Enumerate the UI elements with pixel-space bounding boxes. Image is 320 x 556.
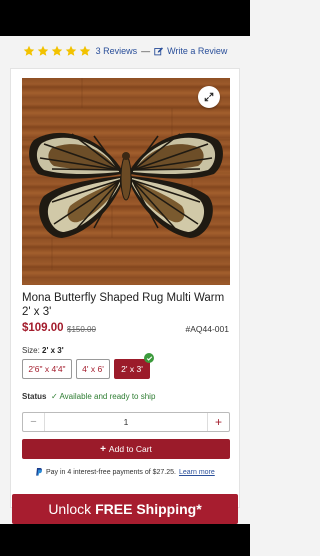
promo-prefix: Unlock xyxy=(48,501,92,517)
quantity-input[interactable]: 1 xyxy=(45,413,207,431)
reviews-count-link[interactable]: 3 Reviews xyxy=(96,46,138,56)
paypal-icon xyxy=(36,468,42,476)
butterfly-rug-illustration xyxy=(22,78,230,271)
expand-image-button[interactable] xyxy=(198,86,220,108)
size-option[interactable]: 2'6" x 4'4" xyxy=(22,359,72,379)
paypal-text: Pay in 4 interest-free payments of $27.2… xyxy=(46,468,176,476)
reviews-separator: — xyxy=(141,46,151,56)
bottom-bar xyxy=(0,524,250,556)
size-label-text: Size: xyxy=(22,346,40,355)
expand-icon xyxy=(204,92,214,102)
sale-price: $109.00 xyxy=(22,322,64,334)
size-selected-value: 2' x 3' xyxy=(42,346,64,355)
decrease-quantity-button[interactable]: − xyxy=(23,413,45,431)
status-label: Status xyxy=(22,392,47,401)
product-title: Mona Butterfly Shaped Rug Multi Warm 2' … xyxy=(22,292,225,318)
size-option[interactable]: 4' x 6' xyxy=(76,359,110,379)
add-to-cart-button[interactable]: + Add to Cart xyxy=(22,439,230,459)
star-icon xyxy=(51,45,62,56)
add-to-cart-label: Add to Cart xyxy=(108,444,152,454)
size-option-selected[interactable]: 2' x 3' xyxy=(114,359,150,379)
original-price: $150.00 xyxy=(67,325,96,334)
increase-quantity-button[interactable]: + xyxy=(207,413,229,431)
top-bar xyxy=(0,0,250,36)
pencil-icon xyxy=(154,46,164,55)
plus-icon: + xyxy=(100,443,106,455)
promo-emphasis: FREE Shipping* xyxy=(95,501,202,517)
product-card: Mona Butterfly Shaped Rug Multi Warm 2' … xyxy=(10,68,240,508)
product-sku: #AQ44-001 xyxy=(185,324,229,334)
star-icon xyxy=(65,45,76,56)
size-label: Size: 2' x 3' xyxy=(22,346,64,355)
availability-status: ✓ Available and ready to ship xyxy=(51,392,156,401)
check-icon xyxy=(146,355,152,361)
paypal-installments: Pay in 4 interest-free payments of $27.2… xyxy=(35,467,215,477)
star-icon xyxy=(79,45,90,56)
reviews-row: 3 Reviews — Write a Review xyxy=(0,40,250,62)
quantity-stepper: − 1 + xyxy=(22,412,230,432)
write-review-link[interactable]: Write a Review xyxy=(167,46,227,56)
product-image[interactable] xyxy=(22,78,230,285)
star-icon xyxy=(37,45,48,56)
free-shipping-banner[interactable]: Unlock FREE Shipping* xyxy=(12,494,238,524)
star-icon xyxy=(23,45,34,56)
learn-more-link[interactable]: Learn more xyxy=(179,469,215,476)
selected-check-badge xyxy=(144,353,154,363)
